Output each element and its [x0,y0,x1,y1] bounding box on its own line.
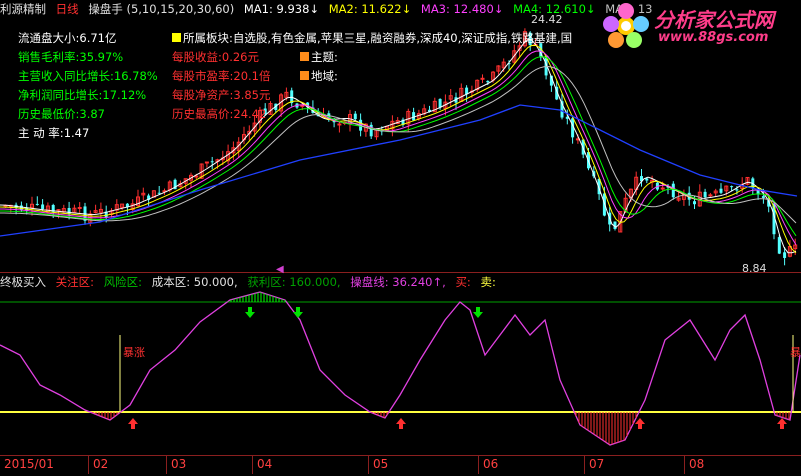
candle-body [35,203,39,205]
candle-body [783,252,787,258]
region-row: 地域: [300,68,338,87]
gross-margin-row: 销售毛利率:35.97% [18,50,124,64]
date-axis: 2015/01 02 03 04 05 06 07 08 [0,455,801,476]
pane-divider[interactable] [0,272,801,273]
buy-arrow-icon [396,418,406,429]
buy-arrow-icon [128,418,138,429]
scroll-marker-icon[interactable]: ◀ [276,264,284,275]
candle-body [645,178,649,181]
candle-body [660,187,665,190]
indicator-title[interactable]: 终极买入 [0,275,46,289]
brand-text: 分析家公式网 [654,8,774,32]
candle-body [41,204,45,209]
xaxis-label: 04 [257,457,273,471]
candle-body [194,175,199,178]
xaxis-label: 06 [483,457,499,471]
candle-body [210,161,214,163]
indicator-header: 终极买入 关注区: 风险区: 成本区: 50.000, 获利区: 160.000… [0,274,502,290]
cost-zone-label: 成本区: 50.000, [151,275,238,289]
buy-label: 买: [455,275,471,289]
nav-row: 每股净资产:3.85元 [172,88,271,102]
active-rate-row: 主 动 率:1.47 [18,126,90,140]
xaxis-tick [478,456,479,474]
region-marker-icon [300,71,309,80]
site-watermark: 分析家公式网 www.88gs.com [596,0,801,52]
candle-body [693,201,696,205]
xaxis-label: 08 [689,457,705,471]
risk-zone-label: 风险区: [103,275,143,289]
price-high-label: 24.42 [531,13,563,26]
profit-growth-row: 净利润同比增长:17.12% [18,88,147,102]
candle-body [77,206,82,209]
xaxis-label: 07 [589,457,605,471]
candle-body [369,124,373,137]
control-line-label: 操盘线: 36.240↑, [350,275,446,289]
xaxis-tick [584,456,585,474]
brand-url[interactable]: www.88gs.com [658,30,768,45]
candle-body [730,186,734,188]
xaxis-label: 05 [373,457,389,471]
candle-body [67,207,71,215]
sector-marker-icon [172,33,181,42]
candle-body [719,188,723,193]
candle-body [777,237,781,254]
fundamentals-panel: 流通盘大小:6.71亿 销售毛利率:35.97% 主营收入同比增长:16.78%… [18,30,158,144]
xaxis-label: 02 [93,457,109,471]
price-low-label: 8.84 [742,262,767,275]
theme-marker-icon [300,52,309,61]
candle-body [157,192,161,194]
profit-zone-label: 获利区: 160.000, [247,275,341,289]
candle-body [735,189,739,191]
candle-body [204,161,209,164]
xaxis-tick [252,456,253,474]
sell-arrow-icon [245,307,255,318]
sell-label: 卖: [480,275,496,289]
xaxis-tick [166,456,167,474]
xaxis-label: 2015/01 [4,457,54,471]
sell-arrow-icon [473,307,483,318]
sector-row: 所属板块:自选股,有色金属,苹果三星,融资融券,深成40,深证成指,铁路基建,国 [172,30,572,49]
surge-signal-label: 暴涨 [123,346,145,359]
flower-logo-icon [603,3,649,48]
pe-row: 每股市盈率:20.1倍 [172,69,271,83]
hist-low-row: 历史最低价:3.87 [18,107,105,121]
xaxis-label: 03 [171,457,187,471]
buy-arrow-icon [635,418,645,429]
attention-zone-label: 关注区: [55,275,95,289]
candle-body [708,194,713,197]
xaxis-tick [684,456,685,474]
sell-arrow-icon [293,307,303,318]
xaxis-tick [368,456,369,474]
hist-high-row: 历史最高价:24.42 [172,107,267,121]
eps-row: 每股收益:0.26元 [172,50,259,64]
theme-row: 主题: [300,49,338,68]
buy-arrow-icon [777,418,787,429]
candle-body [703,191,707,198]
theme-region-panel: 主题: 地域: [300,49,338,87]
candle-body [761,196,765,198]
candle-body [671,183,675,198]
float-shares-row: 流通盘大小:6.71亿 [18,31,117,45]
sector-panel: 所属板块:自选股,有色金属,苹果三星,融资融券,深成40,深证成指,铁路基建,国… [172,30,572,125]
surge-signal-label-right: 暴 [790,346,801,359]
xaxis-tick [88,456,89,474]
revenue-growth-row: 主营收入同比增长:16.78% [18,69,158,83]
